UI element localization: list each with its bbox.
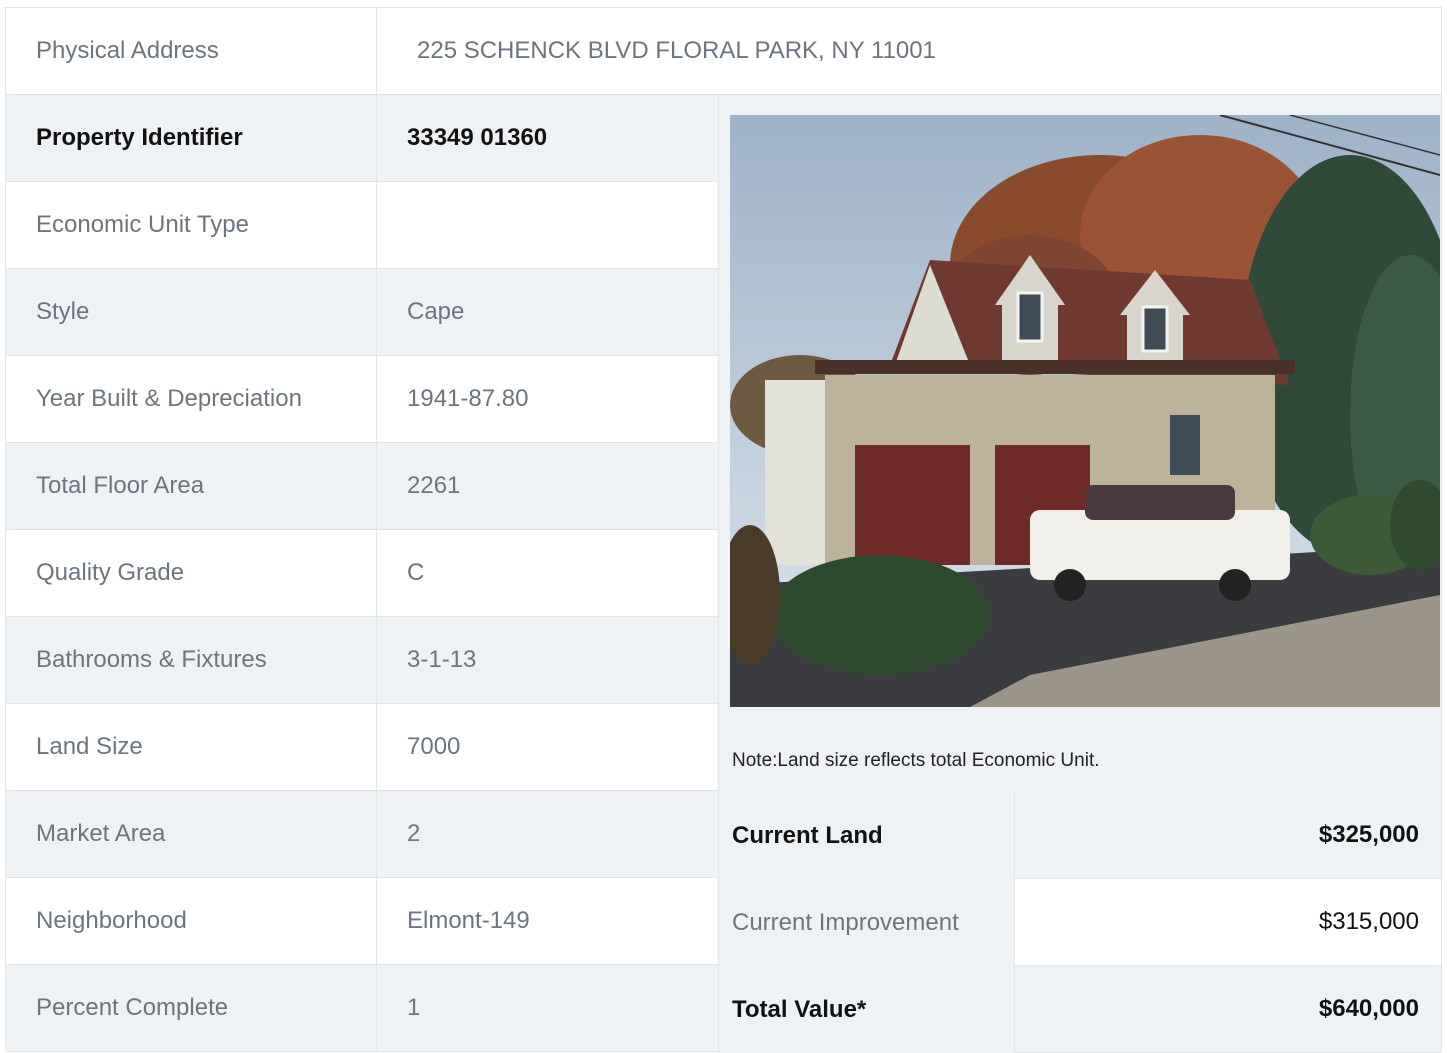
- row-label: Style: [6, 269, 377, 356]
- physical-address-label: Physical Address: [6, 8, 377, 95]
- row-value: Cape: [377, 269, 719, 356]
- row-value: 2261: [377, 443, 719, 530]
- row-label: Neighborhood: [6, 878, 377, 965]
- row-label: Percent Complete: [6, 965, 377, 1052]
- row-value: 3-1-13: [377, 617, 719, 704]
- assessment-values: Current Land $325,000 Current Improvemen…: [719, 792, 1441, 1053]
- land-size-note: Note:Land size reflects total Economic U…: [732, 750, 1100, 771]
- right-panel: Note:Land size reflects total Economic U…: [719, 95, 1442, 1053]
- row-value: 7000: [377, 704, 719, 791]
- row-value: 1941-87.80: [377, 356, 719, 443]
- row-label: Year Built & Depreciation: [6, 356, 377, 443]
- row-value: 1: [377, 965, 719, 1052]
- total-value-amount: $640,000: [1014, 966, 1441, 1053]
- property-identifier-value: 33349 01360: [377, 95, 719, 182]
- row-label: Economic Unit Type: [6, 182, 377, 269]
- row-value: C: [377, 530, 719, 617]
- current-land-amount: $325,000: [1014, 792, 1441, 879]
- row-value: Elmont-149: [377, 878, 719, 965]
- physical-address-value: 225 SCHENCK BLVD FLORAL PARK, NY 11001: [377, 8, 1442, 95]
- property-identifier-label: Property Identifier: [6, 95, 377, 182]
- row-value: [377, 182, 719, 269]
- row-label: Total Floor Area: [6, 443, 377, 530]
- row-value: 2: [377, 791, 719, 878]
- row-label: Bathrooms & Fixtures: [6, 617, 377, 704]
- property-details-table: Physical Address 225 SCHENCK BLVD FLORAL…: [5, 7, 1442, 1053]
- current-improvement-label: Current Improvement: [719, 879, 1014, 966]
- current-land-label: Current Land: [719, 792, 1014, 879]
- total-value-label: Total Value*: [719, 966, 1014, 1053]
- house-photo: [730, 115, 1440, 707]
- row-label: Market Area: [6, 791, 377, 878]
- row-label: Quality Grade: [6, 530, 377, 617]
- row-label: Land Size: [6, 704, 377, 791]
- current-improvement-amount: $315,000: [1014, 879, 1441, 966]
